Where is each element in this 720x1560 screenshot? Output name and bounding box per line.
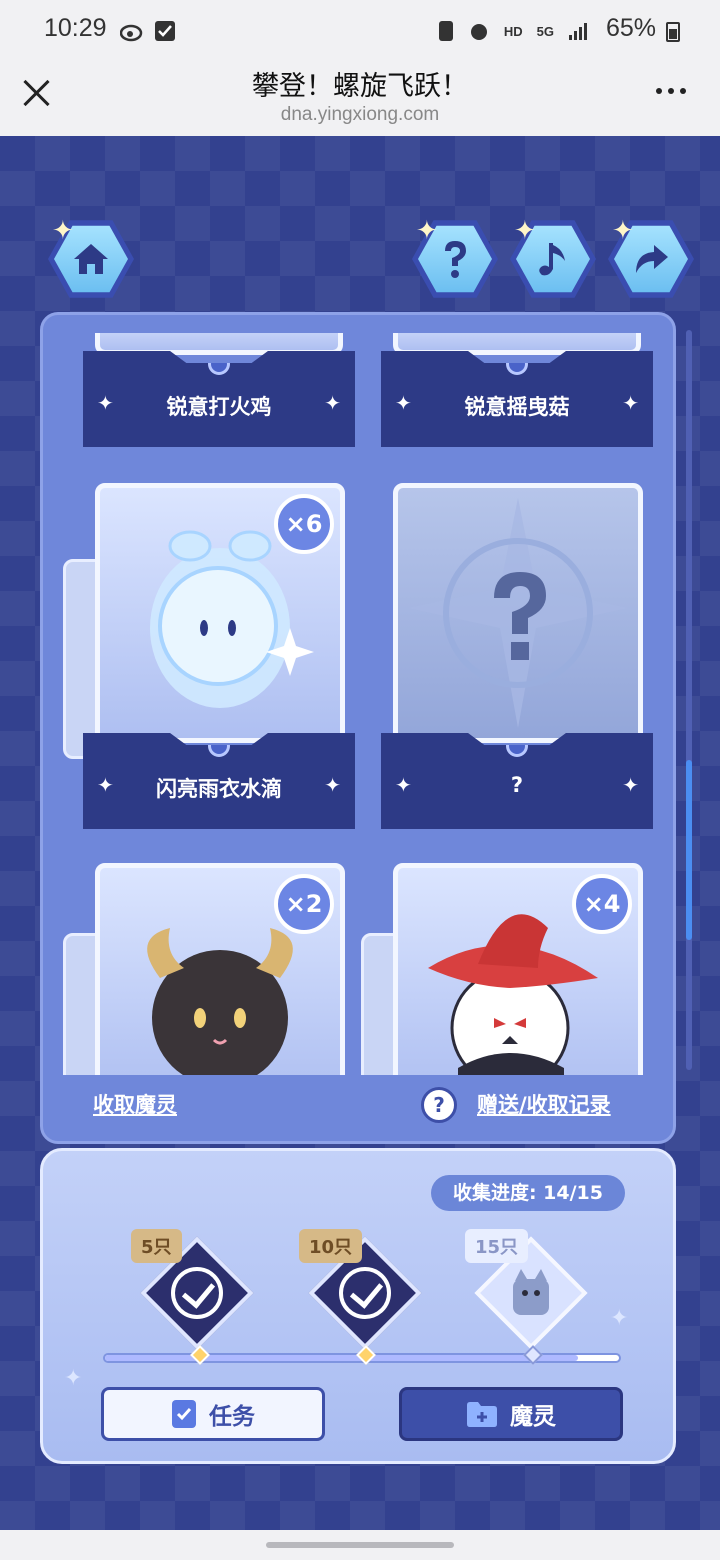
card-count-badge: ×4 [572, 874, 632, 934]
card-slot[interactable]: ✦ 锐意摇曳菇 ✦ [381, 333, 653, 447]
history-help-icon[interactable]: ? [421, 1087, 457, 1123]
card-count-badge: ×2 [274, 874, 334, 934]
milestone-flag: 10只 [299, 1229, 363, 1263]
backpack-cat-icon [513, 1269, 549, 1315]
home-indicator[interactable] [266, 1542, 454, 1548]
card-name-plate: ✦ ? ✦ [381, 733, 653, 829]
card-name-plate: ✦ 闪亮雨衣水滴 ✦ [83, 733, 355, 829]
music-button[interactable]: ✦ [510, 216, 596, 302]
system-nav-bar [0, 1530, 720, 1560]
game-area: ✦ ✦ ✦ ✦ ✦ 锐意打火鸡 ✦ ✦ 锐意摇曳菇 ✦ ×6 ✦ 闪亮雨衣水滴 … [0, 136, 720, 1530]
checkbox-icon [155, 21, 175, 41]
milestone-reward-10[interactable]: 10只 [299, 1229, 425, 1353]
card-name-plate: ✦ 锐意摇曳菇 ✦ [381, 351, 653, 447]
spirit-button[interactable]: 魔灵 [399, 1387, 623, 1441]
scrollbar-thumb[interactable] [686, 760, 692, 940]
sim-icon [438, 21, 453, 41]
card-name: 锐意摇曳菇 [464, 395, 570, 419]
battery-icon [666, 22, 680, 42]
card-slot[interactable]: ✦ ? ✦ [381, 483, 653, 833]
scrollbar[interactable] [686, 330, 692, 1070]
locked-card-icon [408, 498, 628, 728]
page-title: 攀登！螺旋飞跃！ [252, 71, 468, 102]
card-slot[interactable]: ×6 ✦ 闪亮雨衣水滴 ✦ [63, 483, 355, 833]
card-count-badge: ×6 [274, 494, 334, 554]
status-right-icons: HD 5G [438, 20, 590, 42]
check-icon [171, 1267, 223, 1319]
status-left-icons [120, 20, 176, 42]
card-slot[interactable]: ×2 [63, 863, 355, 1075]
milestone-flag: 5只 [131, 1229, 182, 1263]
task-icon [172, 1400, 196, 1428]
card-name: ? [510, 773, 524, 797]
signal-icon [569, 23, 587, 40]
weibo-icon [120, 24, 143, 42]
home-button[interactable]: ✦ [48, 216, 134, 302]
progress-track-fill [105, 1355, 578, 1361]
card-name: 闪亮雨衣水滴 [156, 777, 282, 801]
folder-icon [467, 1402, 497, 1427]
card-art: ×6 [95, 483, 345, 743]
alarm-icon [470, 24, 487, 40]
help-button[interactable]: ✦ [412, 216, 498, 302]
card-name: 锐意打火鸡 [166, 395, 272, 419]
share-button[interactable]: ✦ [608, 216, 694, 302]
task-button-label: 任务 [209, 1404, 255, 1430]
card-name-plate: ✦ 锐意打火鸡 ✦ [83, 351, 355, 447]
page-url: dna.yingxiong.com [280, 104, 440, 125]
sparkle-decor: ✦ [64, 1366, 83, 1391]
card-scroll-area[interactable]: ✦ 锐意打火鸡 ✦ ✦ 锐意摇曳菇 ✦ ×6 ✦ 闪亮雨衣水滴 ✦ ✦ ? ✦ … [43, 333, 673, 1075]
card-art: ×2 [95, 863, 345, 1075]
status-time: 10:29 [44, 14, 107, 42]
collection-progress-panel: 收集进度: 14/15 5只 10只 15只 任务 魔灵 [40, 1148, 676, 1464]
hd-label: HD [503, 23, 523, 39]
card-art-locked [393, 483, 643, 743]
collection-progress-label: 收集进度: 14/15 [430, 1175, 625, 1211]
receive-spirit-link[interactable]: 收取魔灵 [93, 1089, 177, 1119]
status-bar: 10:29 HD 5G 65% [0, 0, 720, 62]
battery-percent: 65% [605, 14, 656, 42]
card-art: ×4 [393, 863, 643, 1075]
sparkle-decor: ✦ [610, 1306, 629, 1331]
milestone-flag: 15只 [465, 1229, 529, 1263]
browser-header: 攀登！螺旋飞跃！ dna.yingxiong.com [0, 62, 720, 136]
card-slot[interactable]: ✦ 锐意打火鸡 ✦ [83, 333, 355, 447]
more-menu-button[interactable] [656, 88, 686, 94]
network-label: 5G [536, 23, 554, 39]
gift-history-link[interactable]: 赠送/收取记录 [477, 1089, 611, 1119]
card-slot[interactable]: ×4 [361, 863, 653, 1075]
milestone-reward-15[interactable]: 15只 [465, 1229, 591, 1353]
spirit-button-label: 魔灵 [510, 1404, 556, 1430]
card-collection-panel: ✦ 锐意打火鸡 ✦ ✦ 锐意摇曳菇 ✦ ×6 ✦ 闪亮雨衣水滴 ✦ ✦ ? ✦ … [40, 312, 676, 1144]
milestone-reward-5[interactable]: 5只 [131, 1229, 257, 1353]
task-button[interactable]: 任务 [101, 1387, 325, 1441]
check-icon [339, 1267, 391, 1319]
